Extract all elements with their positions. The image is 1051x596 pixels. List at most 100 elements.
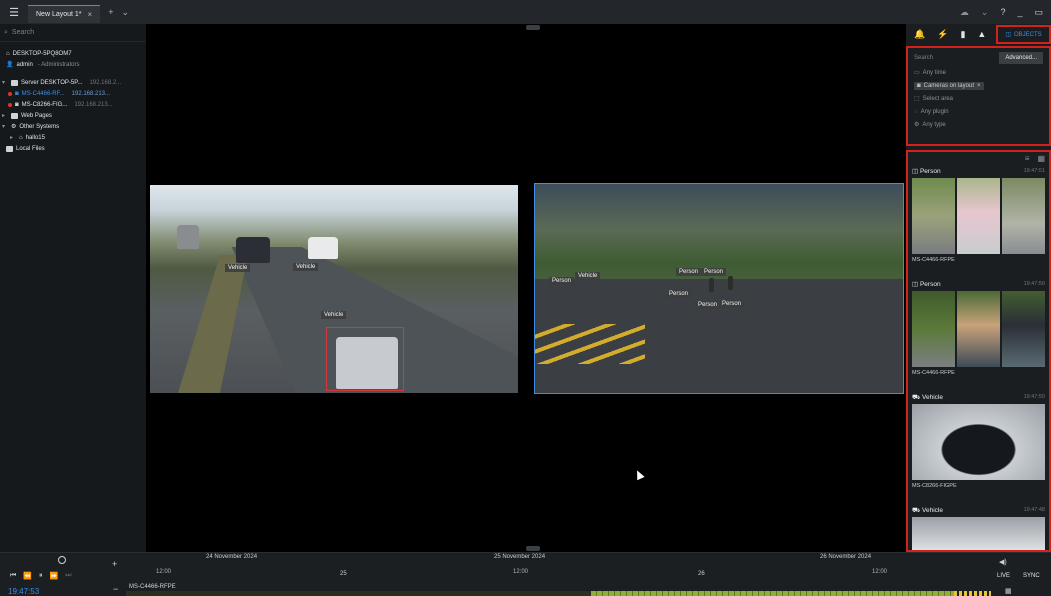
cloud-icon[interactable]: ☁ [960,7,969,18]
objects-icon: ◫ [912,168,919,175]
zoom-in-button[interactable]: + [112,559,117,569]
warning-icon[interactable]: ▲ [977,29,986,39]
object-tile[interactable]: ◫ Person 19:47:50 MS-C4466-RFPE [908,277,1049,390]
layout-viewport[interactable]: Vehicle Vehicle Vehicle Person Vehicle P… [146,24,906,552]
chevron-down-icon[interactable]: ▾ [2,123,8,130]
chevron-down-icon[interactable]: ▾ [2,79,8,86]
motion-icon[interactable]: ⚡ [937,29,948,40]
object-time: 19:47:50 [1023,394,1045,400]
main-menu-icon[interactable]: ☰ [0,0,28,24]
pause-icon[interactable]: ⏸ [39,572,43,580]
calendar-toggle-icon[interactable]: ▦ [1005,587,1012,595]
skip-end-icon[interactable]: ⏭ [65,572,71,580]
tree-item-user[interactable]: 👤 admin - Administrators [0,59,146,70]
object-time: 19:47:48 [1023,507,1045,513]
list-view-icon[interactable]: ≡ [1025,154,1030,163]
timeline-camera-name: MS-C4466-RFPE [129,584,176,590]
truck [177,225,199,249]
live-button[interactable]: LIVE [997,573,1010,579]
playback-controls: + − ⏮ ⏪ ⏸ ⏩ ⏭ 19:47:53 [0,553,126,596]
detection-label: Person [701,268,727,276]
camera-icon: ◙ [917,82,921,89]
cameras-chip[interactable]: ◙ Cameras on layout × [914,81,984,90]
camera-cell-plaza[interactable]: Person Vehicle Person Person Person Pers… [534,183,904,394]
top-panel-handle[interactable] [526,25,540,30]
vehicle-car [308,237,338,259]
filter-area[interactable]: ⬚ Select area [914,92,1043,105]
search-icon: ⌕ [4,28,8,36]
object-thumbnail [957,178,1000,254]
tree-item-camera-c8266[interactable]: ◙ MS-C8266-FIG... 192.168.213... [0,99,146,110]
search-placeholder: Search [11,29,35,36]
filter-label: Any plugin [920,108,949,115]
filter-type[interactable]: ⚙ Any type [914,118,1043,131]
skip-start-icon[interactable]: ⏮ [10,572,16,580]
detection-label: Person [719,300,745,308]
bottom-panel-handle[interactable] [526,546,540,551]
server-icon [11,79,18,86]
timeline-day: 25 [340,571,347,577]
chevron-right-icon[interactable]: ▸ [10,134,16,141]
close-icon[interactable]: × [977,83,981,89]
timeline-scale[interactable]: 24 November 2024 25 November 2024 26 Nov… [126,553,991,596]
folder-icon [6,145,13,152]
minimize-button[interactable]: _ [1017,7,1022,17]
object-thumbnail [1002,178,1045,254]
object-tile[interactable]: ⛟ Vehicle 19:47:50 MS-C8266-FIGPE [908,390,1049,503]
help-icon[interactable]: ? [1000,7,1005,17]
home-icon: ⌂ [19,134,23,141]
filter-plugin[interactable]: ◌ Any plugin [914,105,1043,118]
fast-forward-icon[interactable]: ⏩ [50,572,59,580]
tree-item-computer[interactable]: ⌂ DESKTOP-5PQ8OM7 [0,48,146,59]
recording-dot-icon [8,91,12,96]
volume-icon[interactable]: ◀) [999,558,1007,566]
object-tile[interactable]: ◫ Person 19:47:51 MS-C4466-RFPE [908,164,1049,277]
person-figure [709,278,714,292]
user-icon: 👤 [6,62,14,68]
tree-item-label: hallo15 [25,134,45,141]
bookmark-icon[interactable]: ▮ [960,29,965,40]
layout-tab[interactable]: New Layout 1* × [28,5,101,23]
filter-cameras[interactable]: ◙ Cameras on layout × [914,79,1043,92]
detection-label: Vehicle [225,264,251,272]
person-figure [728,276,733,290]
sync-button[interactable]: SYNC [1023,573,1040,579]
plugin-icon: ◌ [914,108,918,115]
filter-time[interactable]: ▭ Any time [914,66,1043,79]
tree-item-other-systems[interactable]: ▾ ⚙ Other Systems [0,121,146,132]
objects-search-input[interactable]: Search [914,55,933,61]
tree-item-camera-c4466[interactable]: ◙ MS-C4466-RF... 192.168.213... [0,88,146,99]
camera-cell-highway[interactable]: Vehicle Vehicle Vehicle [150,185,518,393]
timeline-hour: 12:00 [513,569,529,575]
restore-button[interactable]: ▭ [1034,7,1043,18]
tree-item-web-pages[interactable]: ▸ Web Pages [0,110,146,121]
object-tile[interactable]: ⛟ Vehicle 19:47:48 [908,503,1049,550]
advanced-button[interactable]: Advanced... [999,52,1043,64]
add-tab-icon[interactable]: + [108,7,113,17]
timeline-date: 24 November 2024 [206,554,258,560]
resource-search[interactable]: ⌕ Search [0,24,146,42]
timeline-hour: 12:00 [872,569,888,575]
object-thumbnail [912,404,1045,480]
tree-item-server[interactable]: ▾ Server DESKTOP-5P... 192.168.2... [0,77,146,88]
object-camera: MS-C4466-RFPE [912,257,955,263]
tab-close-icon[interactable]: × [88,10,93,19]
camera-icon: ◙ [15,101,19,108]
monitor-icon: ⌂ [6,50,10,57]
object-time: 19:47:50 [1023,281,1045,287]
tree-item-local-files[interactable]: Local Files [0,143,146,154]
recording-marks [954,591,991,596]
tab-list-icon[interactable]: ⌄ [121,7,129,18]
notifications-icon[interactable]: 🔔 [914,29,925,40]
object-thumbnail [1002,291,1045,367]
thumbnail-view-icon[interactable]: ▦ [1037,154,1045,163]
zoom-out-button[interactable]: − [113,584,118,594]
title-bar: ☰ New Layout 1* × + ⌄ ☁ ⌄ ? _ ▭ [0,0,1051,24]
tab-objects[interactable]: ◫ OBJECTS [996,25,1051,44]
tree-item-hallo15[interactable]: ▸ ⌂ hallo15 [0,132,146,143]
zoom-reset-icon[interactable] [58,556,66,564]
chevron-right-icon[interactable]: ▸ [2,112,8,119]
rewind-icon[interactable]: ⏪ [23,572,32,580]
timeline-day: 26 [698,571,705,577]
chevron-down-icon[interactable]: ⌄ [981,7,989,18]
